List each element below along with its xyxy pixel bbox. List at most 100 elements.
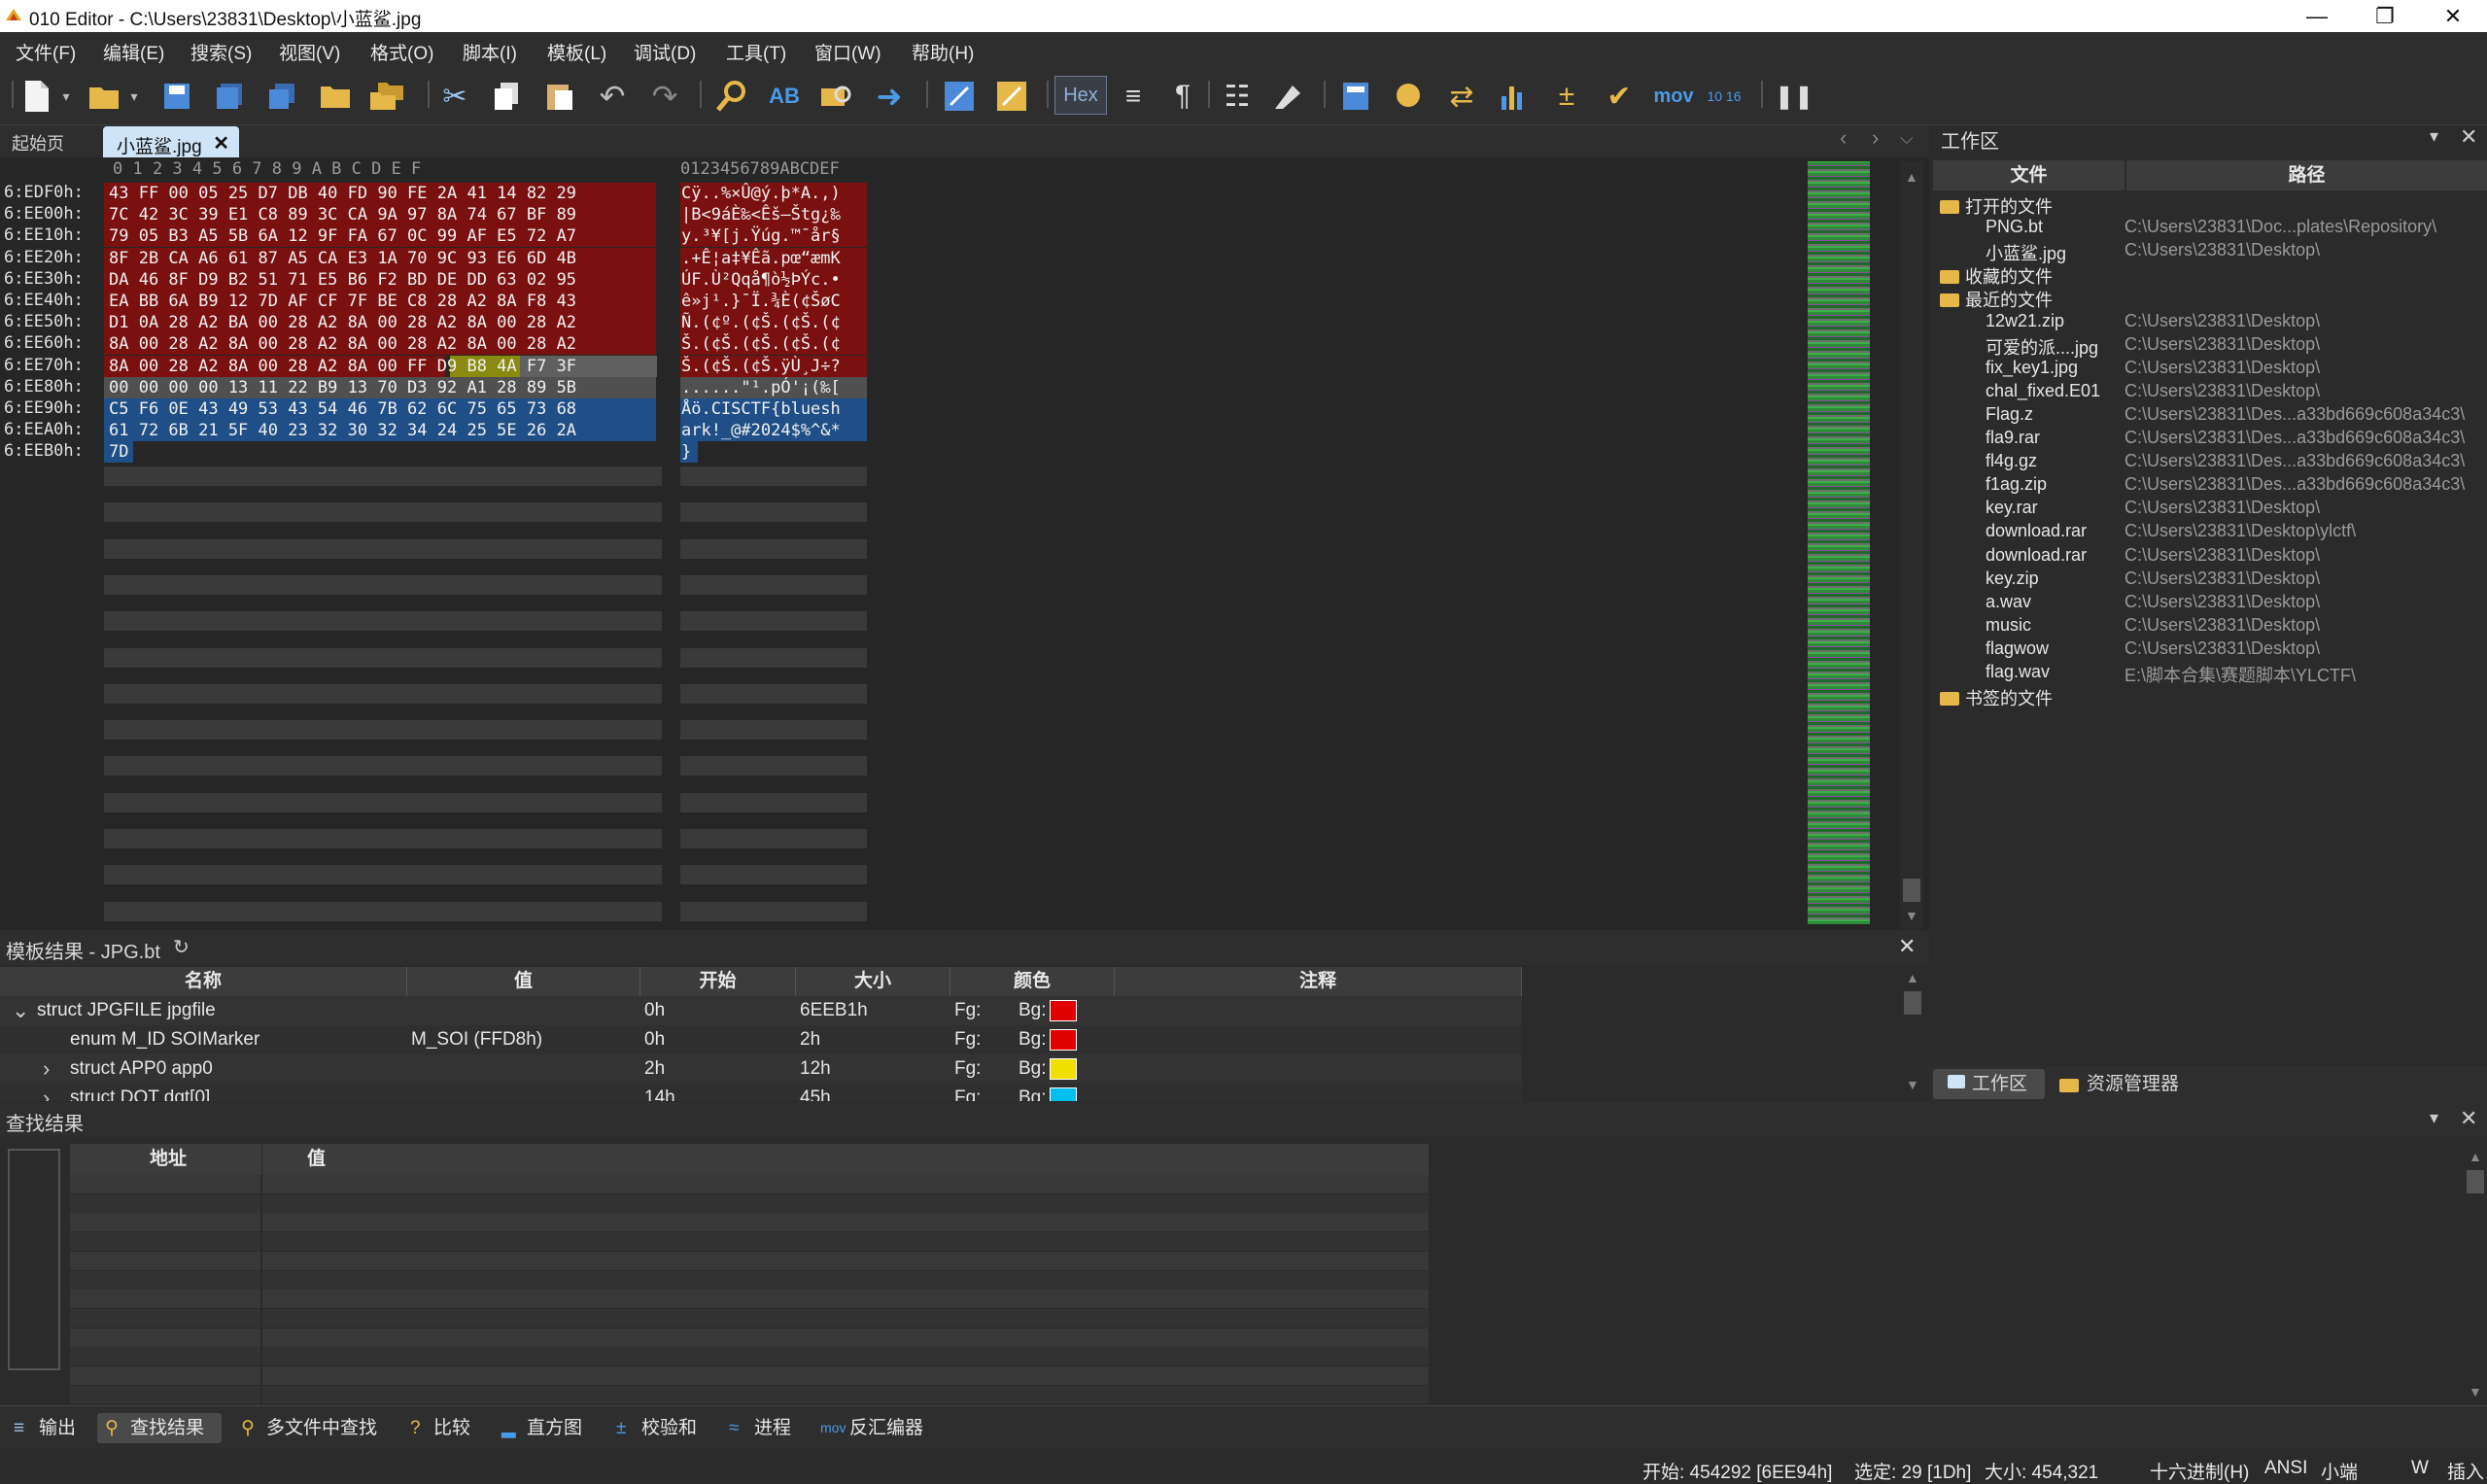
hex-row-bytes[interactable]: 79 05 B3 A5 5B 6A 12 9F FA 67 0C 99 AF E…: [104, 225, 656, 247]
hex-row-bytes[interactable]: 8A 00 28 A2 8A 00 28 A2 8A 00 28 A2 8A 0…: [104, 333, 656, 355]
template-col-size[interactable]: 大小: [796, 967, 950, 996]
workspace-file-name[interactable]: fla9.rar: [1986, 428, 2040, 448]
columns-icon[interactable]: ☷: [1218, 77, 1257, 116]
new-file-icon[interactable]: [17, 77, 56, 116]
copy-icon[interactable]: [488, 77, 527, 116]
menu-window[interactable]: 窗口(W): [814, 39, 881, 65]
find-in-files-icon[interactable]: [817, 77, 856, 116]
workspace-group-fav[interactable]: 收藏的文件: [1940, 263, 2053, 289]
tab-histogram[interactable]: ▂ 直方图: [494, 1413, 582, 1443]
ascii-row-text[interactable]: ÚF.Ù²Qqå¶ò½ÞÝc.•: [680, 269, 867, 291]
ascii-row-text[interactable]: Cÿ..%×Û@ý.þ*A.,): [680, 183, 867, 204]
workspace-group-recent[interactable]: 最近的文件: [1940, 287, 2053, 312]
hex-row-bytes[interactable]: EA BB 6A B9 12 7D AF CF 7F BE C8 28 A2 8…: [104, 291, 656, 312]
menu-view[interactable]: 视图(V): [279, 39, 340, 65]
hex-row-bytes[interactable]: 43 FF 00 05 25 D7 DB 40 FD 90 FE 2A 41 1…: [104, 183, 656, 204]
close-window-button[interactable]: ✕: [2419, 0, 2487, 32]
workspace-file-name[interactable]: f1ag.zip: [1986, 474, 2047, 495]
minimize-button[interactable]: —: [2283, 0, 2351, 32]
pilcrow-icon[interactable]: ¶: [1163, 77, 1202, 116]
expand-icon[interactable]: ›: [43, 1054, 50, 1084]
ascii-row-text[interactable]: ......"¹.pÓ'¡(‰[: [680, 377, 867, 398]
find-scrollbar[interactable]: ▲ ▼: [2464, 1145, 2487, 1405]
highlight-icon[interactable]: [1268, 77, 1307, 116]
workspace-file-name[interactable]: fix_key1.jpg: [1986, 358, 2078, 378]
verify-icon[interactable]: ✔: [1600, 77, 1639, 116]
workspace-folders-icon[interactable]: [367, 77, 406, 116]
tab-output[interactable]: ≡ 输出: [6, 1413, 76, 1443]
ascii-row-text[interactable]: .+Ê¦a‡¥Êã.pœ“æmK: [680, 248, 867, 269]
status-endian[interactable]: 小端: [2321, 1458, 2358, 1484]
redo-icon[interactable]: ↷: [645, 77, 684, 116]
workspace-file-name[interactable]: 12w21.zip: [1986, 311, 2064, 331]
find-options-box[interactable]: [8, 1149, 60, 1370]
cut-icon[interactable]: ✂: [435, 77, 474, 116]
inspector-icon[interactable]: [1390, 77, 1429, 116]
paste-icon[interactable]: [540, 77, 579, 116]
expand-icon[interactable]: ›: [43, 1084, 50, 1101]
ascii-row-text[interactable]: Š.(¢Š.(¢Š.ÿÙ¸J÷?: [680, 356, 867, 377]
hex-row-bytes[interactable]: C5 F6 0E 43 49 53 43 54 46 7B 62 6C 75 6…: [104, 398, 656, 420]
ascii-row-text[interactable]: ark!_@#2024$%^&*: [680, 420, 867, 441]
tab-process[interactable]: ≈ 进程: [721, 1413, 791, 1443]
tab-start-page[interactable]: 起始页: [12, 130, 64, 155]
find-icon[interactable]: [712, 77, 751, 116]
ascii-row-text[interactable]: }: [680, 441, 698, 463]
workspace-col-file[interactable]: 文件: [1933, 160, 2124, 190]
prev-tab-icon[interactable]: ‹: [1840, 125, 1847, 151]
workspace-file-name[interactable]: download.rar: [1986, 545, 2087, 566]
calculator-icon[interactable]: [1336, 77, 1375, 116]
template-col-comment[interactable]: 注释: [1115, 967, 1522, 996]
goto-icon[interactable]: ➜: [870, 77, 909, 116]
restore-button[interactable]: ❐: [2351, 0, 2419, 32]
save-all-icon[interactable]: [262, 77, 301, 116]
hex-scrollbar[interactable]: ▲ ▼: [1900, 161, 1923, 929]
menu-script[interactable]: 脚本(I): [463, 39, 517, 65]
new-dropdown-icon[interactable]: ▾: [56, 77, 76, 116]
workspace-file-name[interactable]: 可爱的派....jpg: [1986, 334, 2098, 360]
workspace-file-name[interactable]: chal_fixed.E01: [1986, 381, 2100, 401]
menu-tools[interactable]: 工具(T): [726, 39, 786, 65]
workspace-file-name[interactable]: key.zip: [1986, 569, 2039, 589]
workspace-file-name[interactable]: flagwow: [1986, 638, 2049, 659]
ascii-row-text[interactable]: Ñ.(¢º.(¢Š.(¢Š.(¢: [680, 312, 867, 333]
workspace-file-name[interactable]: 小蓝鲨.jpg: [1986, 240, 2066, 265]
hex-row-bytes[interactable]: 8A 00 28 A2 8A 00 28 A2 8A 00 FF D9 B8 4…: [104, 356, 656, 377]
run-script-icon[interactable]: [940, 77, 979, 116]
template-col-start[interactable]: 开始: [640, 967, 796, 996]
refresh-icon[interactable]: ↻: [173, 935, 190, 959]
template-scrollbar[interactable]: ▲ ▼: [1901, 966, 1924, 1098]
hex-row-bytes[interactable]: 61 72 6B 21 5F 40 23 32 30 32 34 24 25 5…: [104, 420, 656, 441]
tab-file[interactable]: 小蓝鲨.jpg ✕: [103, 126, 239, 157]
hex-mode-button[interactable]: Hex: [1054, 76, 1107, 115]
ascii-row-text[interactable]: |B<9áÈ‰<Êš—Štg¿‰: [680, 204, 867, 225]
hex-row-bytes[interactable]: 7C 42 3C 39 E1 C8 89 3C CA 9A 97 8A 74 6…: [104, 204, 656, 225]
menu-edit[interactable]: 编辑(E): [103, 39, 164, 65]
workspace-file-name[interactable]: fl4g.gz: [1986, 451, 2037, 471]
workspace-file-name[interactable]: PNG.bt: [1986, 217, 2043, 237]
template-close-icon[interactable]: ✕: [1898, 934, 1916, 959]
ascii-row-text[interactable]: Åö.CISCTF{bluesh: [680, 398, 867, 420]
folder-icon[interactable]: [316, 77, 355, 116]
save-icon[interactable]: [157, 77, 196, 116]
status-insert[interactable]: 插入: [2447, 1458, 2484, 1484]
workspace-file-name[interactable]: a.wav: [1986, 592, 2031, 612]
menu-template[interactable]: 模板(L): [547, 39, 606, 65]
hex-row-bytes[interactable]: 00 00 00 00 13 11 22 B9 13 70 D3 92 A1 2…: [104, 377, 656, 398]
ascii-row-text[interactable]: Š.(¢Š.(¢Š.(¢Š.(¢: [680, 333, 867, 355]
status-encoding[interactable]: ANSI: [2264, 1458, 2307, 1479]
menu-format[interactable]: 格式(O): [370, 39, 433, 65]
hex-row-bytes[interactable]: DA 46 8F D9 B2 51 71 E5 B6 F2 BD DE DD 6…: [104, 269, 656, 291]
compare-icon[interactable]: ⇄: [1442, 77, 1481, 116]
checksum-icon[interactable]: ±: [1547, 77, 1586, 116]
find-col-address[interactable]: 地址: [70, 1144, 261, 1175]
open-file-icon[interactable]: [86, 77, 124, 116]
ascii-row-text[interactable]: ê»j¹.}¯Ï.¾È(¢ŠøC: [680, 291, 867, 312]
find-menu-icon[interactable]: ▾: [2430, 1108, 2438, 1128]
menu-help[interactable]: 帮助(H): [912, 39, 974, 65]
next-tab-icon[interactable]: ›: [1872, 125, 1879, 151]
text-mode-icon[interactable]: ≡: [1114, 77, 1153, 116]
template-col-color[interactable]: 颜色: [950, 967, 1115, 996]
tab-checksum[interactable]: ± 校验和: [608, 1413, 697, 1443]
workspace-file-name[interactable]: download.rar: [1986, 521, 2087, 541]
